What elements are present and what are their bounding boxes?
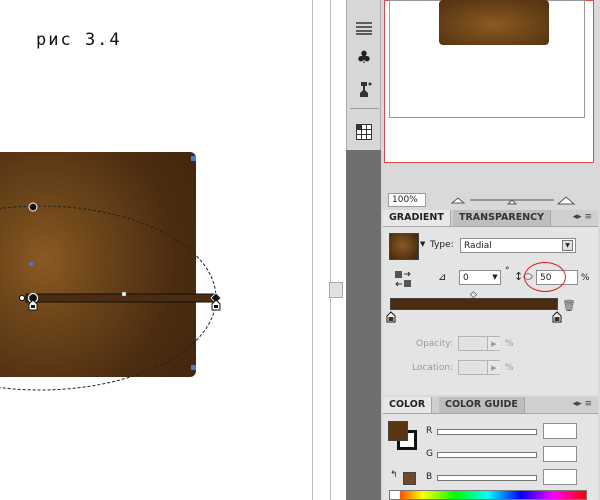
strip-separator bbox=[350, 108, 379, 109]
zoom-input[interactable]: 100% bbox=[388, 193, 426, 207]
gradient-slider[interactable] bbox=[390, 298, 558, 310]
panel-menu-icon[interactable]: ◂▸ ≡ bbox=[573, 399, 592, 409]
channel-r-input[interactable] bbox=[543, 423, 577, 439]
aspect-unit: % bbox=[581, 273, 590, 283]
stop-right-fill bbox=[214, 305, 218, 308]
trash-icon[interactable]: 🗑 bbox=[562, 299, 576, 312]
opacity-stepper-icon[interactable]: ▶ bbox=[487, 337, 500, 350]
channel-g-label: G bbox=[426, 449, 433, 459]
gradient-swatch[interactable] bbox=[389, 233, 419, 260]
color-stop-left[interactable] bbox=[386, 311, 396, 323]
stop-left-fill bbox=[31, 305, 35, 308]
channel-b-label: B bbox=[426, 472, 433, 482]
channel-r-label: R bbox=[426, 426, 433, 436]
angle-value: 0 bbox=[463, 273, 469, 283]
tab-transparency[interactable]: TRANSPARENCY bbox=[453, 210, 551, 226]
symbol-sprayer-icon[interactable] bbox=[352, 78, 376, 100]
channel-r-slider[interactable] bbox=[437, 429, 537, 435]
strip-top-edge bbox=[352, 0, 376, 10]
zoom-slider-thumb bbox=[506, 199, 518, 205]
reverse-gradient-icon[interactable] bbox=[394, 270, 412, 288]
location-stepper-icon[interactable]: ▶ bbox=[487, 361, 500, 374]
gradient-swatch-dropdown-icon[interactable]: ▼ bbox=[420, 240, 425, 248]
panel-icon-strip: ♣ bbox=[346, 0, 381, 150]
location-label: Location: bbox=[412, 363, 454, 373]
color-stop-right[interactable] bbox=[552, 311, 562, 323]
zoom-slider[interactable] bbox=[448, 193, 578, 207]
divider bbox=[312, 0, 313, 500]
gradient-panel-tabs: GRADIENT TRANSPARENCY ◂▸ ≡ bbox=[383, 210, 598, 227]
artboard[interactable]: рис 3.4 bbox=[0, 0, 312, 500]
navigator-spacer bbox=[383, 163, 598, 190]
dock-background bbox=[346, 150, 381, 500]
dock-collapse-handle[interactable] bbox=[329, 282, 343, 298]
channel-b-slider[interactable] bbox=[437, 475, 537, 481]
highlight-circle bbox=[524, 262, 566, 292]
color-panel-tabs: COLOR COLOR GUIDE ◂▸ ≡ bbox=[383, 397, 598, 414]
channel-b-input[interactable] bbox=[543, 469, 577, 485]
type-select-value: Radial bbox=[464, 241, 492, 251]
divider bbox=[330, 0, 331, 500]
location-unit: % bbox=[505, 363, 514, 373]
type-label: Type: bbox=[430, 240, 454, 250]
tab-gradient[interactable]: GRADIENT bbox=[383, 210, 451, 226]
channel-g-slider[interactable] bbox=[437, 452, 537, 458]
angle-icon: ⊿ bbox=[438, 272, 447, 283]
last-color-icon[interactable]: ↰ bbox=[390, 470, 398, 480]
tab-color-guide[interactable]: COLOR GUIDE bbox=[439, 397, 525, 413]
fill-swatch[interactable] bbox=[388, 421, 408, 441]
gradient-annotator[interactable] bbox=[0, 0, 312, 500]
tab-color[interactable]: COLOR bbox=[383, 397, 433, 413]
angle-unit: ° bbox=[505, 266, 510, 276]
color-spectrum-bar[interactable] bbox=[389, 490, 587, 500]
opacity-label: Opacity: bbox=[416, 339, 453, 349]
zoom-in-icon bbox=[556, 196, 576, 205]
origin-small-handle bbox=[19, 295, 25, 301]
midpoint-handle bbox=[121, 291, 127, 297]
chevron-down-icon[interactable]: ▼ bbox=[562, 240, 573, 251]
angle-dropdown-icon[interactable]: ▼ bbox=[489, 270, 501, 285]
panel-menu-icon[interactable]: ◂▸ ≡ bbox=[573, 212, 592, 222]
type-select[interactable]: Radial bbox=[460, 238, 576, 253]
panel-gutter bbox=[312, 0, 342, 500]
channel-g-input[interactable] bbox=[543, 446, 577, 462]
zoom-out-icon bbox=[450, 197, 466, 204]
last-color-swatch[interactable] bbox=[403, 472, 416, 485]
ellipse-resize-handle bbox=[28, 202, 38, 212]
none-color-swatch[interactable] bbox=[390, 491, 400, 499]
grid-icon[interactable] bbox=[352, 121, 376, 143]
navigator-thumbnail bbox=[439, 0, 549, 45]
lines-icon[interactable] bbox=[352, 17, 376, 39]
gradient-annotator-bar bbox=[25, 293, 217, 303]
opacity-unit: % bbox=[505, 339, 514, 349]
club-icon[interactable]: ♣ bbox=[352, 47, 376, 69]
